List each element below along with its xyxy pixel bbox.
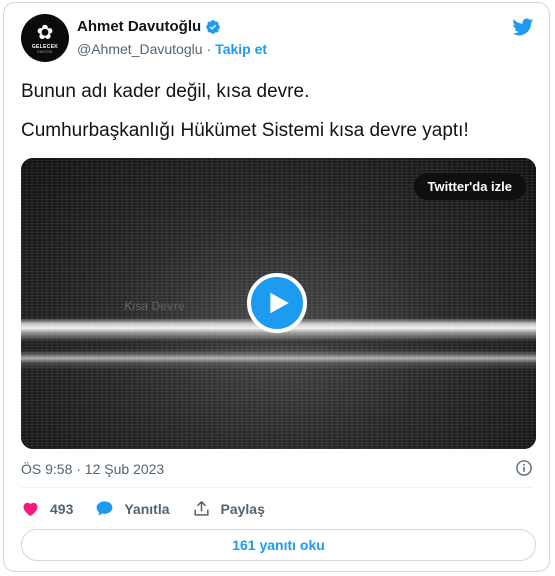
read-replies-button[interactable]: 161 yanıtı oku bbox=[21, 529, 536, 561]
action-bar: 493 Yanıtla Paylaş bbox=[21, 499, 287, 518]
reply-label: Yanıtla bbox=[124, 500, 170, 517]
tweet-line: Cumhurbaşkanlığı Hükümet Sistemi kısa de… bbox=[21, 120, 469, 141]
play-icon bbox=[270, 292, 289, 314]
video-player[interactable]: Kısa Devre Twitter'da izle bbox=[21, 158, 536, 449]
divider bbox=[21, 487, 532, 488]
watch-on-twitter-button[interactable]: Twitter'da izle bbox=[413, 173, 526, 200]
share-icon bbox=[193, 501, 209, 516]
author-name[interactable]: Ahmet Davutoğlu bbox=[77, 18, 201, 35]
reply-button[interactable]: Yanıtla bbox=[95, 499, 170, 518]
tweet-text: Bunun adı kader değil, kısa devre. Cumhu… bbox=[21, 79, 536, 143]
leaf-logo-icon: ✿ bbox=[36, 21, 54, 44]
info-icon[interactable] bbox=[515, 459, 533, 477]
author-name-row: Ahmet Davutoğlu bbox=[77, 18, 221, 35]
heart-icon bbox=[23, 502, 38, 517]
like-button[interactable]: 493 bbox=[21, 499, 73, 518]
tweet-line: Bunun adı kader değil, kısa devre. bbox=[21, 81, 310, 102]
avatar[interactable]: ✿ GELECEK PARTİSİ bbox=[21, 14, 69, 62]
share-button[interactable]: Paylaş bbox=[192, 499, 265, 518]
twitter-bird-icon[interactable] bbox=[510, 16, 535, 38]
reply-bubble-icon bbox=[96, 501, 113, 516]
avatar-brand-subtext: PARTİSİ bbox=[37, 49, 53, 54]
timestamp[interactable]: ÖS 9:58 · 12 Şub 2023 bbox=[21, 461, 164, 477]
share-label: Paylaş bbox=[220, 500, 265, 517]
like-count: 493 bbox=[50, 500, 74, 517]
tweet-card: ✿ GELECEK PARTİSİ Ahmet Davutoğlu @Ahmet… bbox=[3, 2, 550, 572]
author-handle-row: @Ahmet_Davutoglu · Takip et bbox=[77, 41, 267, 57]
author-handle[interactable]: @Ahmet_Davutoglu bbox=[77, 41, 203, 57]
separator-dot: · bbox=[206, 41, 212, 57]
video-caption: Kısa Devre bbox=[124, 299, 185, 313]
verified-badge-icon bbox=[206, 19, 221, 34]
play-button[interactable] bbox=[247, 273, 307, 333]
follow-button[interactable]: Takip et bbox=[215, 41, 267, 57]
